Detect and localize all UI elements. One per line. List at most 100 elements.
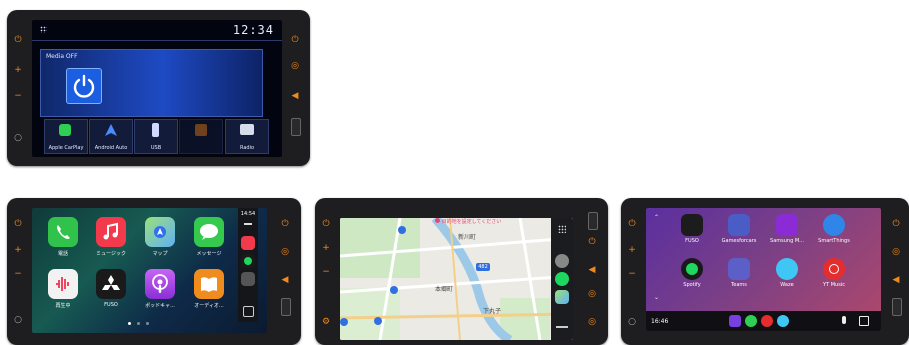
mute-button[interactable]: ◀ — [891, 276, 901, 285]
power-button[interactable]: ⏻ — [13, 220, 23, 229]
tile-android-auto[interactable]: Android Auto — [89, 119, 133, 154]
dock-app-youtube-music[interactable] — [761, 315, 773, 327]
grid-menu-icon[interactable] — [40, 26, 47, 33]
tile-label: Android Auto — [94, 145, 128, 151]
nav-button[interactable]: ◎ — [280, 248, 290, 257]
tile-radio[interactable]: Radio — [225, 119, 269, 154]
book-icon — [201, 277, 217, 292]
dock-app-maps[interactable] — [555, 290, 569, 304]
scroll-up-icon[interactable]: ⌃ — [654, 214, 659, 221]
tile-bluetooth[interactable] — [179, 119, 223, 154]
app-gamesforcars[interactable] — [728, 214, 750, 236]
volume-down-button[interactable]: − — [321, 268, 331, 277]
microphone-icon[interactable] — [842, 316, 846, 324]
app-podcasts[interactable] — [145, 269, 175, 299]
dock-app-music[interactable] — [555, 254, 569, 268]
home-screen: 12:34 Media OFF Apple CarPlay Android Au… — [32, 20, 282, 157]
media-power-button[interactable] — [66, 68, 102, 104]
app-label: YT Music — [823, 282, 845, 288]
app-label: 電話 — [57, 251, 68, 257]
app-label: Teams — [731, 282, 747, 288]
volume-down-button[interactable]: − — [627, 270, 637, 279]
app-smartthings[interactable] — [823, 214, 845, 236]
usb-port — [892, 298, 902, 316]
power-button[interactable]: ⏻ — [13, 36, 23, 45]
home-button[interactable]: ⏻ — [891, 220, 901, 229]
signal-icon — [556, 320, 568, 328]
app-label: ミュージック — [96, 251, 126, 257]
head-unit-android-auto: ⏻ + − ○ ⏻ ◎ ◀ ⌃ ⌄ FUSO Gamesforcars Sams… — [621, 198, 909, 345]
home-square-button[interactable] — [243, 306, 254, 317]
place-label: 本郷町 — [435, 286, 454, 293]
camera-button[interactable]: ○ — [13, 134, 23, 143]
settings-button[interactable]: ⚙ — [321, 318, 331, 327]
waveform-icon — [56, 277, 69, 291]
app-label: Gamesforcars — [721, 238, 757, 244]
app-phone[interactable] — [48, 217, 78, 247]
app-teams[interactable] — [728, 258, 750, 280]
app-yt-music[interactable] — [823, 258, 845, 280]
volume-up-button[interactable]: + — [13, 246, 23, 255]
home-button[interactable]: ⏻ — [280, 220, 290, 229]
route-badge: 482 — [478, 264, 488, 270]
volume-down-button[interactable]: − — [13, 270, 23, 279]
app-spotify[interactable] — [681, 258, 703, 280]
app-maps[interactable] — [145, 217, 175, 247]
nav-button[interactable]: ◎ — [587, 290, 597, 299]
app-waze[interactable] — [776, 258, 798, 280]
android-auto-screen: ⌃ ⌄ FUSO Gamesforcars Samsung M... Smart… — [646, 208, 881, 331]
app-samsung-music[interactable] — [776, 214, 798, 236]
media-panel: Media OFF — [40, 49, 263, 117]
scroll-down-icon[interactable]: ⌄ — [654, 294, 659, 301]
home-button[interactable]: ⏻ — [290, 36, 300, 45]
dock-app-whatsapp[interactable] — [745, 315, 757, 327]
power-button[interactable]: ⏻ — [627, 220, 637, 229]
map-dock — [551, 218, 573, 340]
banner-text: 目的地を設定してください — [441, 219, 502, 225]
carplay-dock: 14:54 — [238, 208, 258, 322]
dock-app-spotify[interactable] — [241, 254, 255, 268]
app-label: メッセージ — [196, 251, 222, 257]
carplay-screen: 電話 ミュージック マップ メッセージ 再生中 FUSO ポッドキャ... オー… — [32, 208, 267, 333]
mute-button[interactable]: ◀ — [290, 92, 300, 101]
camera-button[interactable]: ○ — [13, 316, 23, 325]
map-canvas[interactable] — [340, 218, 573, 340]
aa-taskbar: 16:46 — [646, 311, 881, 331]
volume-up-button[interactable]: + — [321, 244, 331, 253]
usb-port — [281, 298, 291, 316]
maps-icon — [154, 226, 166, 238]
camera-button[interactable]: ○ — [627, 318, 637, 327]
volume-up-button[interactable]: + — [13, 66, 23, 75]
radio-icon — [240, 124, 254, 135]
app-now-playing[interactable] — [48, 269, 78, 299]
mute-button[interactable]: ◀ — [280, 276, 290, 285]
tile-usb[interactable]: USB — [134, 119, 178, 154]
app-fuso[interactable] — [96, 269, 126, 299]
dock-app-podcast[interactable] — [241, 272, 255, 286]
signal-icon — [244, 219, 252, 225]
volume-up-button[interactable]: + — [627, 246, 637, 255]
camera-button[interactable]: ◎ — [587, 318, 597, 327]
destination-banner[interactable]: 目的地を設定してください — [435, 218, 501, 225]
tile-apple-carplay[interactable]: Apple CarPlay — [44, 119, 88, 154]
home-button[interactable]: ⏻ — [587, 238, 597, 247]
dock-app-tiktok[interactable] — [729, 315, 741, 327]
dock-app-music[interactable] — [241, 236, 255, 250]
tile-label: Radio — [239, 145, 255, 151]
mute-button[interactable]: ◀ — [587, 266, 597, 275]
grid-menu-icon[interactable] — [558, 225, 566, 233]
app-label: 再生中 — [55, 303, 71, 309]
dock-app-waze[interactable] — [777, 315, 789, 327]
app-messages[interactable] — [194, 217, 224, 247]
app-music[interactable] — [96, 217, 126, 247]
app-fuso[interactable] — [681, 214, 703, 236]
dock-app-spotify[interactable] — [555, 272, 569, 286]
nav-button[interactable]: ◎ — [891, 248, 901, 257]
app-audiobooks[interactable] — [194, 269, 224, 299]
message-bubble-icon — [200, 224, 218, 240]
launcher-icon[interactable] — [859, 316, 869, 326]
nav-button[interactable]: ◎ — [290, 62, 300, 71]
media-status-label: Media OFF — [46, 53, 78, 60]
volume-down-button[interactable]: − — [13, 92, 23, 101]
power-button[interactable]: ⏻ — [321, 220, 331, 229]
